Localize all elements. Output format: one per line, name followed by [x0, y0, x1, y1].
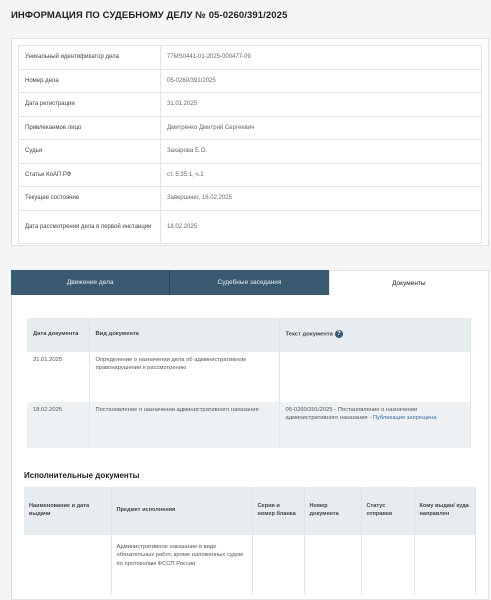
col-header-number: Номер документа [304, 487, 362, 535]
info-label: Текущее состояние [18, 186, 161, 211]
info-value: Дмитренко Дмитрий Сергеевич [160, 115, 482, 140]
doc-date: 18.02.2025 [27, 402, 90, 448]
executive-header-row: Наименование и дата выдачи Предмет испол… [24, 487, 476, 535]
info-label: Дата рассмотрения дела в первой инстанци… [18, 209, 161, 244]
info-label: Привлекаемое лицо [18, 115, 161, 140]
info-label: Статьи КоАП РФ [18, 162, 161, 187]
info-row-hearing-date: Дата рассмотрения дела в первой инстанци… [18, 209, 482, 244]
col-header-subject: Предмет исполнения [111, 487, 253, 535]
col-header-name: Наименование и дата выдачи [24, 487, 112, 535]
doc-text: 05-0260/391/2025 - Постановление о назна… [279, 402, 471, 448]
exec-name [24, 535, 112, 595]
doc-text [279, 352, 471, 402]
col-header-series: Серия и номер бланка [252, 487, 305, 535]
info-row-person: Привлекаемое лицо Дмитренко Дмитрий Серг… [18, 115, 482, 140]
page-title: ИНФОРМАЦИЯ ПО СУДЕБНОМУ ДЕЛУ № 05-0260/3… [11, 10, 288, 21]
documents-panel: Дата документа Вид документа Текст докум… [11, 295, 489, 600]
documents-header-row: Дата документа Вид документа Текст докум… [27, 318, 471, 352]
col-header-text: Текст документа? [279, 318, 471, 352]
info-value: 77MS0441-01-2025-000477-09 [160, 45, 482, 70]
info-label: Уникальный идентификатор дела [18, 45, 161, 70]
doc-publication-link[interactable]: Публикация запрещена [373, 415, 437, 421]
tab-documents[interactable]: Документы [328, 270, 489, 295]
exec-number [304, 535, 362, 595]
exec-series [252, 535, 305, 595]
info-label: Номер дела [18, 68, 161, 93]
info-row-judge: Судья Захарова Е.О. [18, 139, 482, 164]
case-tabs: Движение дела Судебные заседания Докумен… [11, 270, 489, 295]
info-value: Завершено, 18.02.2025 [160, 186, 482, 211]
info-row-uid: Уникальный идентификатор дела 77MS0441-0… [18, 45, 482, 70]
doc-type: Определение о назначении дела об админис… [89, 352, 280, 402]
info-value: 18.02.2025 [160, 209, 482, 244]
info-row-status: Текущее состояние Завершено, 18.02.2025 [18, 186, 482, 211]
executive-docs-title: Исполнительные документы [24, 471, 140, 480]
info-value: ст. 5.35.1, ч.1 [160, 162, 482, 187]
info-label: Судья [18, 139, 161, 164]
exec-recipient [414, 535, 476, 595]
info-row-case-number: Номер дела 05-0260/391/2025 [18, 68, 482, 93]
doc-date: 31.01.2025 [27, 352, 90, 402]
info-label: Дата регистрации [18, 92, 161, 117]
help-icon[interactable]: ? [334, 330, 343, 339]
info-value: Захарова Е.О. [160, 139, 482, 164]
documents-table: Дата документа Вид документа Текст докум… [27, 318, 471, 448]
tab-case-movement[interactable]: Движение дела [11, 270, 170, 295]
executive-docs-table: Наименование и дата выдачи Предмет испол… [24, 487, 476, 595]
table-row: Административное наказание в виде обязат… [24, 535, 476, 595]
info-value: 05-0260/391/2025 [160, 68, 482, 93]
info-row-registration-date: Дата регистрации 31.01.2025 [18, 92, 482, 117]
exec-subject: Административное наказание в виде обязат… [111, 535, 253, 595]
tab-court-hearings[interactable]: Судебные заседания [169, 270, 329, 295]
info-row-articles: Статьи КоАП РФ ст. 5.35.1, ч.1 [18, 162, 482, 187]
exec-status [361, 535, 415, 595]
info-value: 31.01.2025 [160, 92, 482, 117]
doc-type: Постановление о назначении административ… [89, 402, 280, 448]
table-row: 31.01.2025 Определение о назначении дела… [27, 352, 471, 402]
table-row: 18.02.2025 Постановление о назначении ад… [27, 402, 471, 448]
col-header-date: Дата документа [27, 318, 90, 352]
case-info-card: Уникальный идентификатор дела 77MS0441-0… [11, 38, 489, 246]
col-header-text-label: Текст документа [285, 331, 333, 338]
col-header-recipient: Кому выдан/ куда направлен [414, 487, 476, 535]
col-header-status: Статус отправки [361, 487, 415, 535]
case-info-table: Уникальный идентификатор дела 77MS0441-0… [18, 45, 482, 244]
col-header-type: Вид документа [89, 318, 280, 352]
